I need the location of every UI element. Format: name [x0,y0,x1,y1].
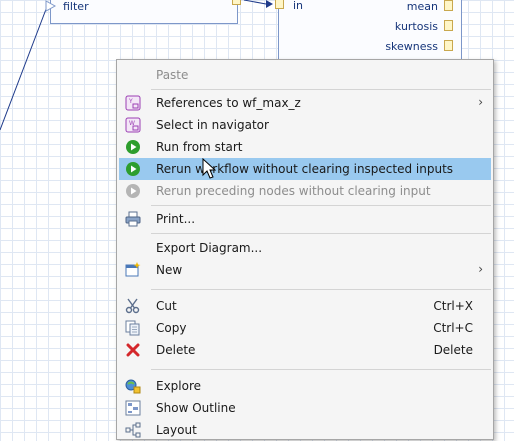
submenu-arrow-icon: › [478,262,483,276]
wf-navigator-icon: W [125,117,141,133]
menu-item-delete-label: Delete [156,343,196,357]
menu-item-explore-label: Explore [156,379,202,393]
menu-item-explore[interactable]: Explore [119,375,491,397]
context-menu: Paste Y References to wf_max_z › W Selec… [116,59,494,440]
menu-separator [151,233,491,234]
in-port-label: in [293,0,304,12]
submenu-arrow-icon: › [478,95,483,109]
menu-item-export-diagram[interactable]: Export Diagram... [119,237,491,259]
menu-separator [151,205,491,206]
green-run-icon [125,139,141,155]
menu-item-rerun-workflow-label: Rerun workflow without clearing inspecte… [156,162,454,176]
copy-icon [125,320,141,336]
svg-text:Y: Y [128,98,133,105]
output-label-kurtosis: kurtosis [394,20,438,33]
new-wizard-icon [125,262,141,278]
menu-item-rerun-preceding-label: Rerun preceding nodes without clearing i… [156,184,431,198]
kurtosis-output-port[interactable] [444,20,453,31]
menu-item-run-from-start-label: Run from start [156,140,243,154]
red-x-icon [125,342,141,358]
menu-item-paste[interactable]: Paste [119,64,491,86]
in-port[interactable] [275,0,284,9]
menu-item-select-in-navigator-label: Select in navigator [156,118,269,132]
input-triangle-icon [45,0,57,12]
menu-item-delete[interactable]: Delete Delete [119,339,491,361]
menu-item-paste-label: Paste [156,68,189,82]
menu-item-layout[interactable]: Layout [119,419,491,441]
menu-item-copy-label: Copy [156,321,187,335]
skewness-output-port[interactable] [444,40,453,51]
menu-item-select-in-navigator[interactable]: W Select in navigator [119,114,491,136]
menu-separator [151,89,491,90]
menu-item-layout-label: Layout [156,423,197,437]
menu-item-new[interactable]: New › [119,259,491,281]
menu-item-references-label: References to wf_max_z [156,96,301,110]
menu-item-rerun-preceding[interactable]: Rerun preceding nodes without clearing i… [119,180,491,202]
filter-node[interactable]: filter [45,0,238,24]
menu-item-rerun-workflow[interactable]: Rerun workflow without clearing inspecte… [119,158,491,180]
green-rerun-icon [125,161,141,177]
menu-item-cut-label: Cut [156,299,177,313]
menu-item-print[interactable]: Print... [119,208,491,230]
menu-item-run-from-start[interactable]: Run from start [119,136,491,158]
menu-item-copy-shortcut: Ctrl+C [433,321,473,335]
menu-item-copy[interactable]: Copy Ctrl+C [119,317,491,339]
explore-icon [125,378,141,394]
menu-item-delete-shortcut: Delete [433,343,473,357]
scissors-icon [125,298,141,314]
output-label-mean: mean [406,0,438,13]
printer-icon [125,211,141,227]
menu-separator [151,369,491,370]
wf-reference-icon: Y [125,95,141,111]
filter-node-label: filter [63,0,89,13]
menu-item-cut[interactable]: Cut Ctrl+X [119,295,491,317]
menu-item-new-label: New [156,263,183,277]
menu-item-export-diagram-label: Export Diagram... [156,241,263,255]
outline-icon [125,400,141,416]
menu-item-show-outline[interactable]: Show Outline [119,397,491,419]
menu-separator [151,289,491,290]
mean-output-port[interactable] [444,0,453,11]
gray-rerun-icon [125,183,141,199]
mouse-cursor-icon [202,158,216,179]
menu-item-cut-shortcut: Ctrl+X [433,299,473,313]
output-label-skewness: skewness [385,40,438,53]
menu-item-show-outline-label: Show Outline [156,401,236,415]
filter-output-port[interactable] [232,0,241,5]
menu-item-print-label: Print... [156,212,196,226]
menu-item-references[interactable]: Y References to wf_max_z › [119,92,491,114]
layout-icon [125,422,141,438]
